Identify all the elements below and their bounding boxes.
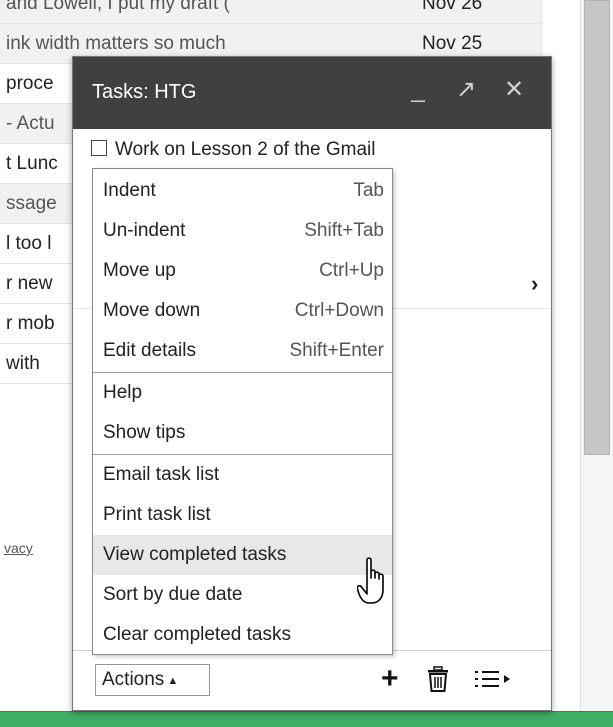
- close-icon[interactable]: ✕: [499, 75, 529, 105]
- inbox-row[interactable]: and Lowell, I put my draft ( Nov 26: [0, 0, 543, 24]
- menu-item-indent[interactable]: Indent Tab: [93, 171, 392, 211]
- inbox-row-snippet: - Actu: [6, 113, 55, 134]
- menu-item-show-tips[interactable]: Show tips: [93, 413, 392, 453]
- inbox-row-date: Nov 26: [422, 0, 483, 14]
- menu-item-label: Email task list: [103, 464, 220, 485]
- actions-menu: Indent Tab Un-indent Shift+Tab Move up C…: [92, 168, 393, 655]
- bottom-bar: [0, 711, 613, 727]
- menu-item-label: Print task list: [103, 504, 211, 525]
- inbox-row-snippet: with: [6, 353, 40, 374]
- minimize-icon[interactable]: _: [403, 75, 433, 105]
- menu-item-label: Move down: [103, 300, 201, 321]
- menu-item-move-down[interactable]: Move down Ctrl+Down: [93, 291, 392, 331]
- triangle-up-icon: ▲: [167, 675, 179, 687]
- plus-icon[interactable]: +: [381, 662, 399, 696]
- menu-item-email-task-list[interactable]: Email task list: [93, 455, 392, 495]
- menu-item-label: Sort by due date: [103, 584, 243, 605]
- menu-item-label: Un-indent: [103, 220, 186, 241]
- tasks-title: Tasks: HTG: [92, 81, 197, 103]
- inbox-row-snippet: t Lunc: [6, 153, 58, 174]
- popout-icon[interactable]: ↗: [451, 75, 481, 105]
- menu-item-label: Help: [103, 382, 143, 403]
- menu-item-label: Show tips: [103, 422, 186, 443]
- menu-item-edit-details[interactable]: Edit details Shift+Enter: [93, 331, 392, 371]
- menu-item-clear-completed-tasks[interactable]: Clear completed tasks: [93, 615, 392, 655]
- menu-item-shortcut: Shift+Enter: [289, 340, 384, 361]
- menu-item-shortcut: Tab: [353, 180, 384, 201]
- task-text[interactable]: Work on Lesson 2 of the Gmail: [115, 139, 376, 160]
- task-checkbox[interactable]: [91, 140, 107, 156]
- menu-item-help[interactable]: Help: [93, 373, 392, 413]
- inbox-row-snippet: ssage: [6, 193, 57, 214]
- scrollbar-thumb[interactable]: [584, 0, 610, 455]
- menu-item-move-up[interactable]: Move up Ctrl+Up: [93, 251, 392, 291]
- inbox-row-snippet: proce: [6, 73, 54, 94]
- actions-button[interactable]: Actions ▲: [95, 664, 210, 696]
- privacy-link[interactable]: vacy: [4, 540, 33, 556]
- menu-item-label: Clear completed tasks: [103, 624, 291, 645]
- inbox-row-snippet: and Lowell, I put my draft (: [6, 0, 230, 14]
- inbox-row-snippet: l too l: [6, 233, 52, 254]
- inbox-row-snippet: r mob: [6, 313, 55, 334]
- list-switch-icon[interactable]: [473, 662, 517, 696]
- menu-item-label: Edit details: [103, 340, 196, 361]
- menu-item-sort-by-due-date[interactable]: Sort by due date: [93, 575, 392, 615]
- menu-item-shortcut: Ctrl+Up: [319, 260, 384, 281]
- inbox-row-snippet: r new: [6, 273, 53, 294]
- trash-icon[interactable]: [426, 662, 450, 696]
- menu-item-label: Indent: [103, 180, 156, 201]
- menu-item-un-indent[interactable]: Un-indent Shift+Tab: [93, 211, 392, 251]
- menu-item-shortcut: Ctrl+Down: [294, 300, 384, 321]
- menu-item-print-task-list[interactable]: Print task list: [93, 495, 392, 535]
- actions-label: Actions: [102, 669, 165, 690]
- hand-cursor-icon: [357, 557, 384, 604]
- menu-item-shortcut: Shift+Tab: [304, 220, 384, 241]
- task-item[interactable]: Work on Lesson 2 of the Gmail: [91, 139, 376, 161]
- menu-item-label: Move up: [103, 260, 176, 281]
- tasks-header: Tasks: HTG _ ↗ ✕: [73, 57, 551, 129]
- chevron-right-icon[interactable]: ›: [531, 271, 538, 297]
- menu-item-label: View completed tasks: [103, 544, 287, 565]
- menu-item-view-completed-tasks[interactable]: View completed tasks: [93, 535, 392, 575]
